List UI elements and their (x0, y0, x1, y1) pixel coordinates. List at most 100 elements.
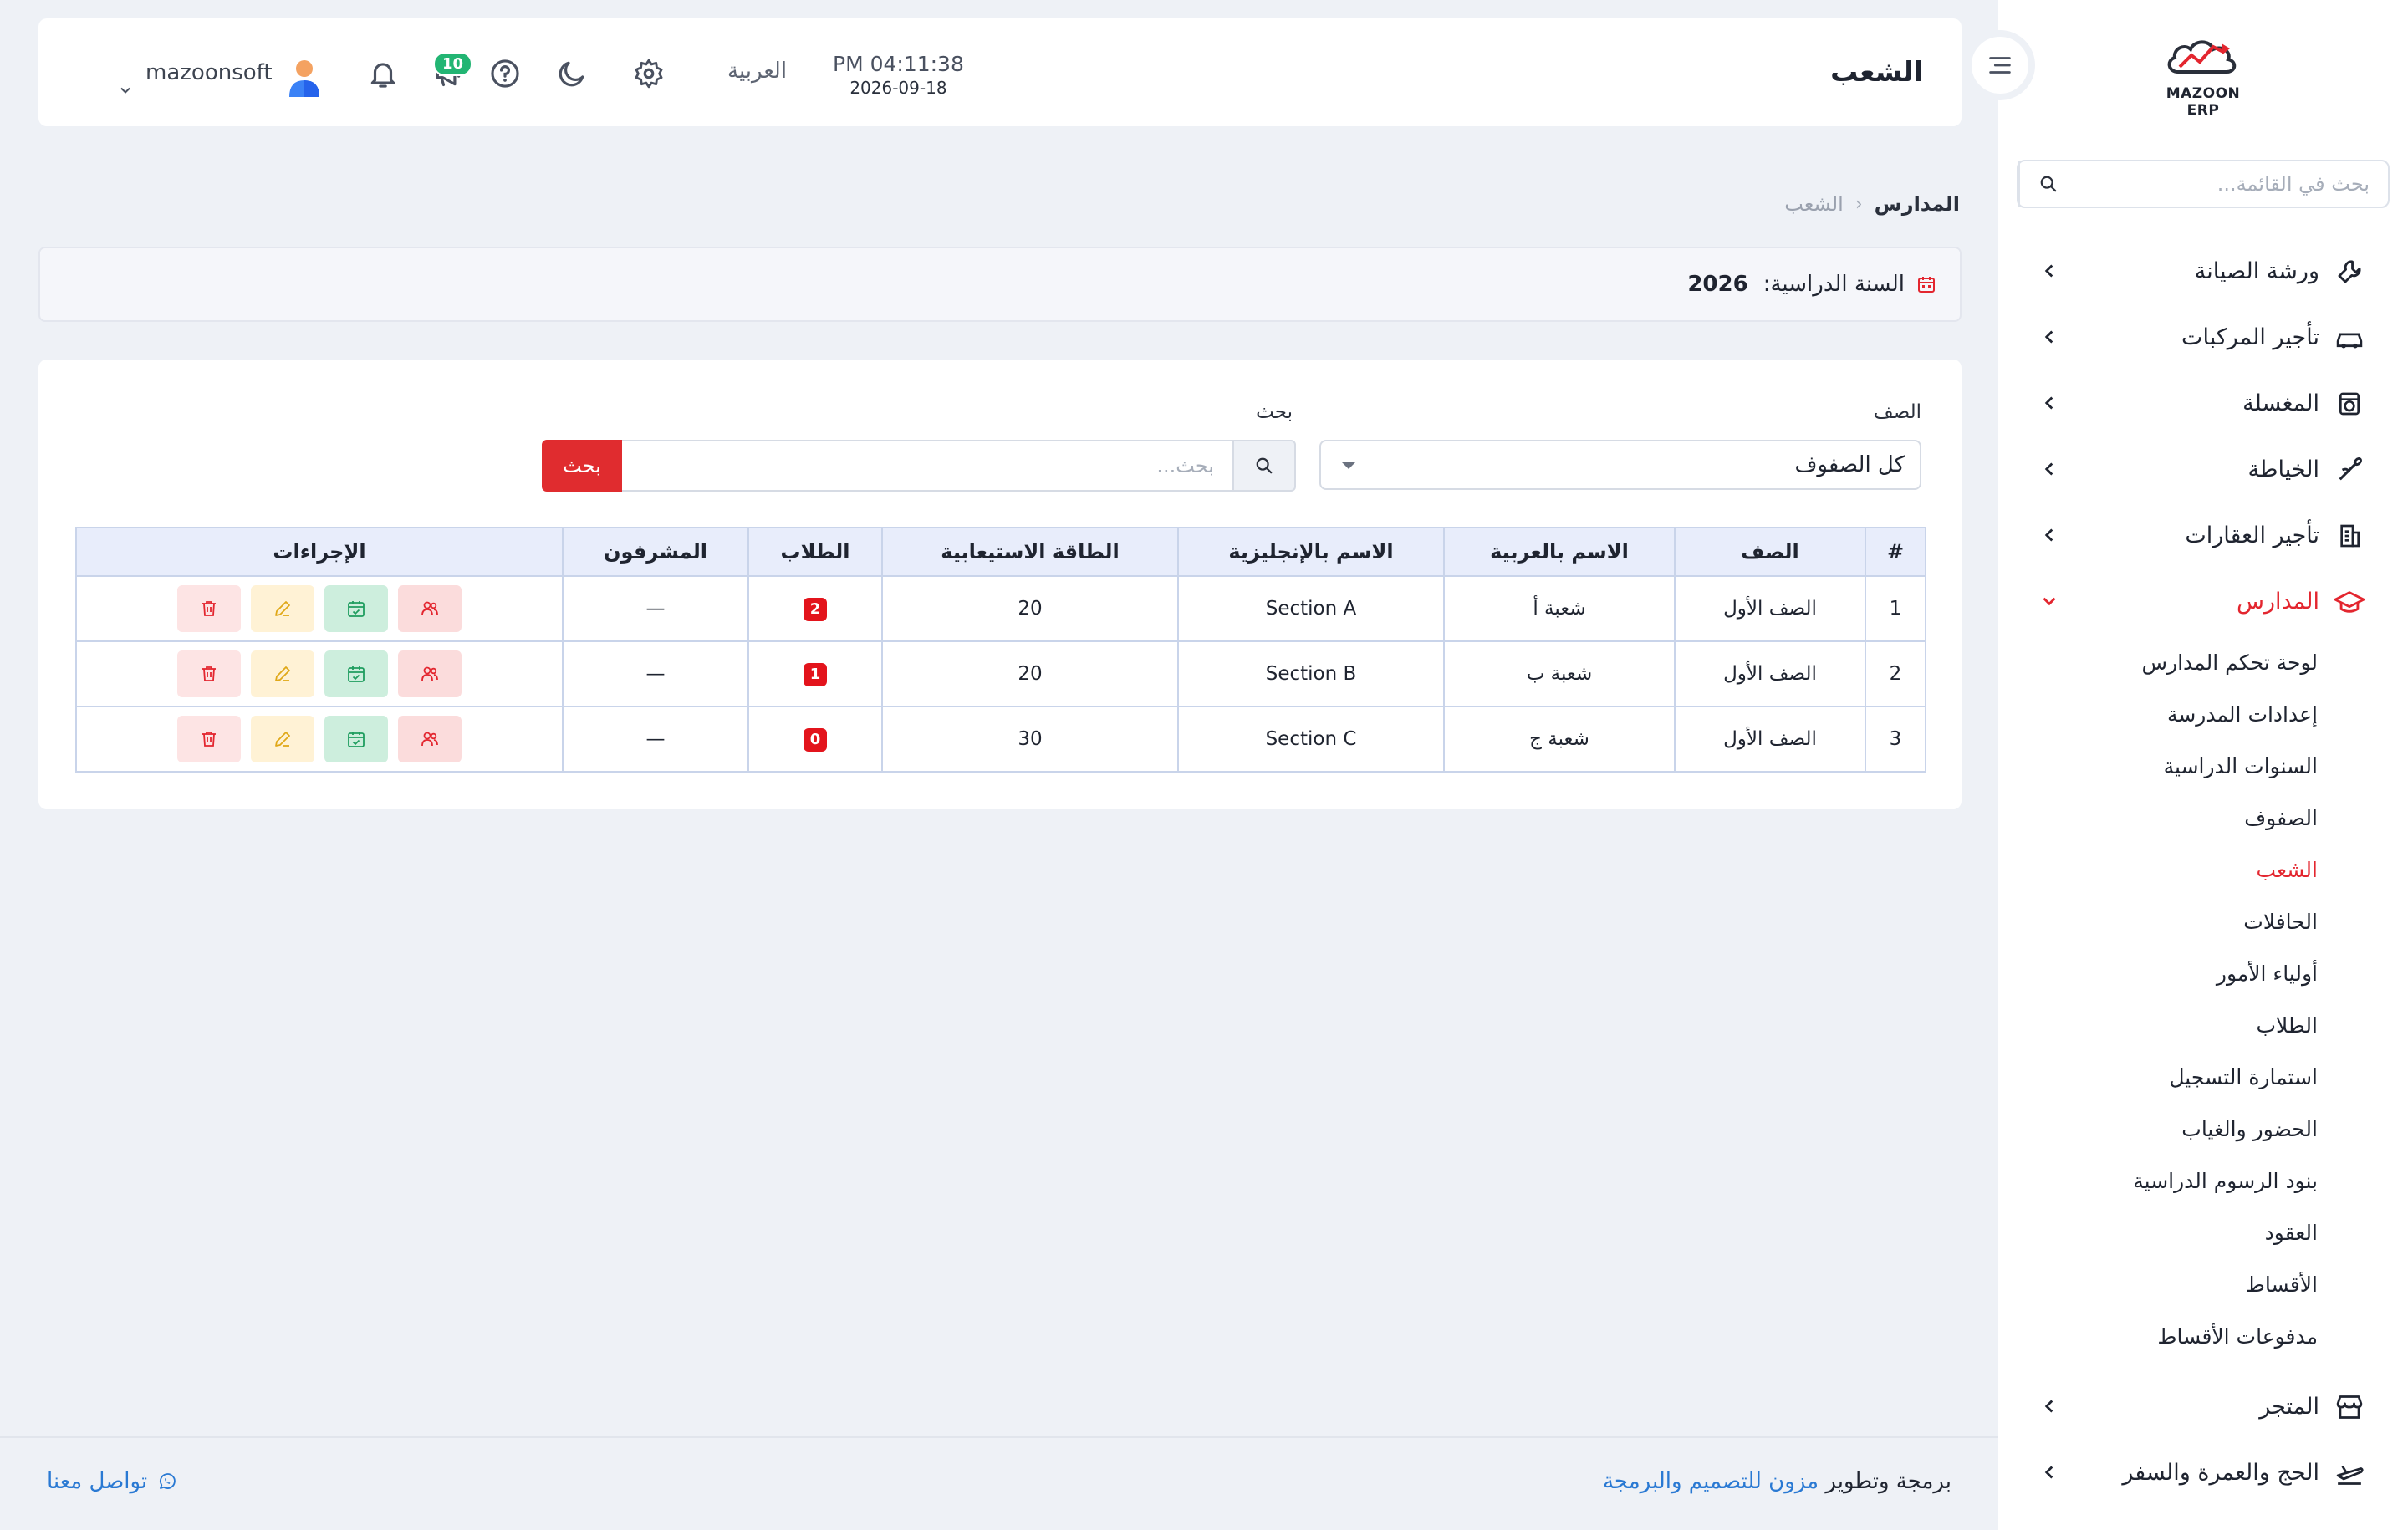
footer-credit-link[interactable]: مزون للتصميم والبرمجة (1603, 1469, 1819, 1494)
chevron-left-icon (2044, 396, 2053, 410)
section-name-en: Section C (1177, 706, 1445, 773)
sidebar-search-input[interactable] (2077, 172, 2388, 196)
edit-button[interactable] (251, 650, 314, 697)
schedule-button[interactable] (324, 585, 388, 632)
logo-area: MAZOON ERP (1998, 0, 2408, 146)
help-button[interactable] (487, 55, 523, 92)
chevron-down-icon (2043, 597, 2056, 606)
submenu-item-schools-dashboard[interactable]: لوحة تحكم المدارس (1998, 636, 2408, 688)
sidebar-item-store[interactable]: المتجر (1998, 1374, 2408, 1440)
clock-date: 2026-09-18 (849, 78, 947, 98)
submenu-item-sections[interactable]: الشعب (1998, 844, 2408, 895)
contact-us-link[interactable]: تواصل معنا (47, 1469, 177, 1494)
chevron-left-icon (2044, 528, 2053, 542)
clock-time: PM 04:11:38 (833, 52, 964, 76)
schedule-button[interactable] (324, 716, 388, 762)
delete-button[interactable] (177, 585, 241, 632)
search-label: بحث (1256, 401, 1293, 423)
sidebar-item-schools[interactable]: المدارس (1998, 569, 2408, 635)
search-button[interactable]: بحث (542, 440, 622, 492)
submenu-item-registration-form[interactable]: استمارة التسجيل (1998, 1051, 2408, 1103)
capacity: 20 (881, 640, 1179, 707)
language-switcher[interactable]: العربية (727, 59, 787, 84)
manage-students-button[interactable] (398, 716, 462, 762)
search-group: بحث (542, 440, 1296, 492)
submenu-item-school-settings[interactable]: إعدادات المدرسة (1998, 688, 2408, 740)
sidebar-item-label: المتجر (2259, 1394, 2319, 1420)
sidebar-search-button[interactable] (2018, 161, 2077, 207)
sidebar-item-laundry[interactable]: المغسلة (1998, 370, 2408, 436)
dark-mode-button[interactable] (554, 55, 590, 92)
actions-cell (75, 575, 564, 642)
supervisors: — (562, 706, 749, 773)
sidebar-item-label: المدارس (2236, 589, 2319, 615)
avatar[interactable] (283, 55, 326, 99)
gear-icon (635, 59, 663, 89)
chevron-down-icon[interactable] (117, 82, 134, 99)
sidebar-item-tailoring[interactable]: الخياطة (1998, 436, 2408, 502)
header-number: # (1865, 527, 1926, 577)
grade-link[interactable]: الصف الأول (1674, 640, 1866, 707)
submenu-item-students[interactable]: الطلاب (1998, 999, 2408, 1051)
header-name-ar: الاسم بالعربية (1443, 527, 1676, 577)
username[interactable]: mazoonsoft (145, 60, 273, 85)
chevron-left-icon (2044, 1466, 2053, 1479)
main-area: الشعب PM 04:11:38 2026-09-18 العربية 10 (0, 0, 2035, 1530)
grade-select-value: كل الصفوف (1794, 452, 1905, 477)
sidebar-item-maintenance[interactable]: ورشة الصيانة (1998, 238, 2408, 304)
grade-link[interactable]: الصف الأول (1674, 706, 1866, 773)
breadcrumb-separator-icon: ‹ (1854, 193, 1863, 215)
submenu-item-attendance[interactable]: الحضور والغياب (1998, 1103, 2408, 1155)
mazoon-logo[interactable]: MAZOON ERP (2153, 33, 2253, 119)
sections-table: # الصف الاسم بالعربية الاسم بالإنجليزية … (75, 527, 1926, 773)
schedule-button[interactable] (324, 650, 388, 697)
trash-icon (202, 732, 216, 747)
grade-select[interactable]: كل الصفوف (1319, 440, 1921, 490)
settings-button[interactable] (630, 55, 667, 92)
topbar: الشعب PM 04:11:38 2026-09-18 العربية 10 (38, 18, 1962, 126)
logo-text: MAZOON ERP (2166, 85, 2241, 119)
sidebar-item-hajj-travel[interactable]: الحج والعمرة والسفر (1998, 1440, 2408, 1506)
search-icon (2040, 176, 2057, 192)
moon-icon (559, 61, 584, 87)
trash-icon (202, 666, 216, 681)
calendar-check-icon (348, 601, 365, 617)
chevron-left-icon (2044, 330, 2053, 344)
sidebar-item-real-estate[interactable]: تأجير العقارات (1998, 502, 2408, 569)
edit-button[interactable] (251, 585, 314, 632)
sidebar-item-car-rental[interactable]: تأجير المركبات (1998, 304, 2408, 370)
sidebar-item-label: تأجير المركبات (2181, 324, 2319, 350)
section-name-ar-link[interactable]: شعبة ب (1443, 640, 1676, 707)
footer-credit: برمجة وتطوير مزون للتصميم والبرمجة (1603, 1469, 1951, 1494)
chevron-left-icon (2044, 264, 2053, 278)
grade-link[interactable]: الصف الأول (1674, 575, 1866, 642)
submenu-item-academic-years[interactable]: السنوات الدراسية (1998, 740, 2408, 792)
edit-button[interactable] (251, 716, 314, 762)
delete-button[interactable] (177, 716, 241, 762)
submenu-item-installments[interactable]: الأقساط (1998, 1258, 2408, 1310)
submenu-item-grades[interactable]: الصفوف (1998, 792, 2408, 844)
notifications-button[interactable] (365, 55, 401, 92)
submenu-item-installment-payments[interactable]: مدفوعات الأقساط (1998, 1310, 2408, 1362)
breadcrumb-current: الشعب (1784, 192, 1844, 216)
submenu-item-contracts[interactable]: العقود (1998, 1206, 2408, 1258)
manage-students-button[interactable] (398, 585, 462, 632)
car-icon (2333, 321, 2366, 354)
header-capacity: الطاقة الاستيعابية (881, 527, 1179, 577)
users-icon (421, 666, 438, 681)
table-header-row: # الصف الاسم بالعربية الاسم بالإنجليزية … (75, 527, 1926, 577)
submenu-item-fee-items[interactable]: بنود الرسوم الدراسية (1998, 1155, 2408, 1206)
submenu-item-guardians[interactable]: أولياء الأمور (1998, 947, 2408, 999)
manage-students-button[interactable] (398, 650, 462, 697)
breadcrumb: المدارس ‹ الشعب (1784, 192, 1960, 216)
supervisors: — (562, 640, 749, 707)
section-name-ar-link[interactable]: شعبة ج (1443, 706, 1676, 773)
users-icon (421, 601, 438, 616)
section-name-ar-link[interactable]: شعبة أ (1443, 575, 1676, 642)
sidebar-toggle-button[interactable] (1965, 30, 2035, 100)
breadcrumb-parent[interactable]: المدارس (1875, 192, 1960, 216)
submenu-item-buses[interactable]: الحافلات (1998, 895, 2408, 947)
schools-submenu: لوحة تحكم المدارس إعدادات المدرسة السنوا… (1998, 635, 2408, 1374)
search-input[interactable] (622, 440, 1232, 492)
delete-button[interactable] (177, 650, 241, 697)
